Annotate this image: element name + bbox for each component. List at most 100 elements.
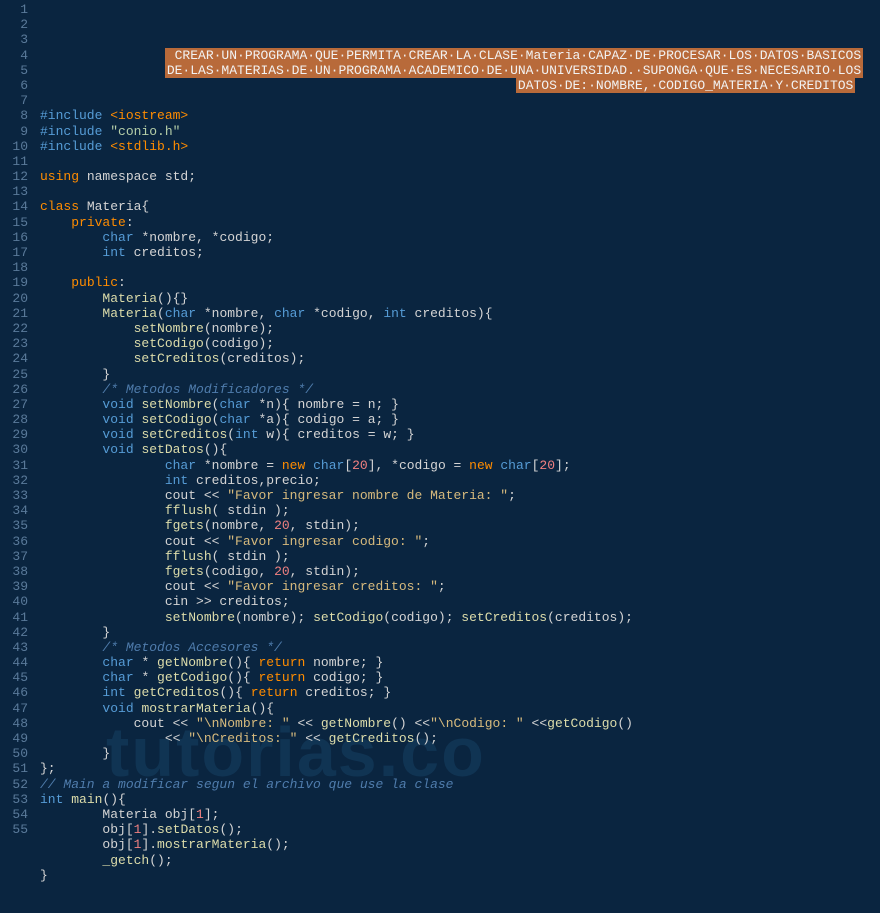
code-token: <iostream> [110,108,188,123]
code-line[interactable]: int creditos; [40,245,876,260]
code-token: setDatos [157,822,219,837]
code-line[interactable]: using namespace std; [40,169,876,184]
code-line[interactable]: } [40,868,876,883]
code-token: Materia [102,306,157,321]
code-line[interactable]: CREAR·UN·PROGRAMA·QUE·PERMITA·CREAR·LA·C… [40,48,876,63]
code-token: () [617,716,633,731]
code-line[interactable]: obj[1].setDatos(); [40,822,876,837]
code-token: 20 [274,564,290,579]
code-line[interactable]: } [40,625,876,640]
code-token: <stdlib.h> [110,139,188,154]
code-line[interactable]: cout << "\nNombre: " << getNombre() <<"\… [40,716,876,731]
code-token: char [219,397,250,412]
code-line[interactable]: public: [40,275,876,290]
code-line[interactable]: Materia(){} [40,291,876,306]
code-token: int [40,792,63,807]
code-token [40,640,102,655]
code-line[interactable]: DATOS·DE:·NOMBRE,·CODIGO_MATERIA·Y·CREDI… [40,78,876,93]
code-token: (){ [227,670,258,685]
code-line[interactable] [40,93,876,108]
code-token: creditos){ [407,306,493,321]
code-line[interactable]: Materia(char *nombre, char *codigo, int … [40,306,876,321]
code-token: ; [438,579,446,594]
code-token: } [40,868,48,883]
code-line[interactable]: /* Metodos Accesores */ [40,640,876,655]
code-line[interactable]: void setDatos(){ [40,442,876,457]
code-token [40,670,102,685]
code-token: } [40,367,110,382]
code-line[interactable]: cout << "Favor ingresar creditos: "; [40,579,876,594]
code-line[interactable]: #include <iostream> [40,108,876,123]
line-number: 24 [4,351,28,366]
code-token: void [102,701,133,716]
code-line[interactable]: void setCodigo(char *a){ codigo = a; } [40,412,876,427]
code-line[interactable]: cin >> creditos; [40,594,876,609]
line-number: 2 [4,17,28,32]
code-token: (codigo); [383,610,461,625]
code-line[interactable]: void setCreditos(int w){ creditos = w; } [40,427,876,442]
code-line[interactable]: char *nombre, *codigo; [40,230,876,245]
code-line[interactable]: /* Metodos Modificadores */ [40,382,876,397]
code-token [40,412,102,427]
code-token: void [102,397,133,412]
code-line[interactable]: _getch(); [40,853,876,868]
code-line[interactable]: fflush( stdin ); [40,503,876,518]
code-line[interactable]: } [40,746,876,761]
code-line[interactable] [40,184,876,199]
code-line[interactable]: DE·LAS·MATERIAS·DE·UN·PROGRAMA·ACADEMICO… [40,63,876,78]
code-token: codigo; } [305,670,383,685]
code-line[interactable]: void setNombre(char *n){ nombre = n; } [40,397,876,412]
code-line[interactable]: int getCreditos(){ return creditos; } [40,685,876,700]
line-number: 7 [4,93,28,108]
code-token: char [102,230,133,245]
line-number: 44 [4,655,28,670]
code-line[interactable]: class Materia{ [40,199,876,214]
code-line[interactable]: cout << "Favor ingresar codigo: "; [40,534,876,549]
code-token: #include [40,108,110,123]
code-line[interactable]: fgets(nombre, 20, stdin); [40,518,876,533]
code-line[interactable]: #include <stdlib.h> [40,139,876,154]
code-line[interactable]: } [40,367,876,382]
code-line[interactable]: char * getNombre(){ return nombre; } [40,655,876,670]
code-line[interactable]: char *nombre = new char[20], *codigo = n… [40,458,876,473]
code-line[interactable]: void mostrarMateria(){ [40,701,876,716]
code-token: ; [508,488,516,503]
code-token: (); [415,731,438,746]
code-token: setCodigo [141,412,211,427]
code-line[interactable]: setNombre(nombre); [40,321,876,336]
code-line[interactable] [40,154,876,169]
line-number: 47 [4,701,28,716]
code-line[interactable]: int creditos,precio; [40,473,876,488]
code-line[interactable]: Materia obj[1]; [40,807,876,822]
code-token [40,442,102,457]
code-area[interactable]: tutorias.co CREAR·UN·PROGRAMA·QUE·PERMIT… [36,0,880,840]
code-token: (codigo, [204,564,274,579]
code-line[interactable]: int main(){ [40,792,876,807]
code-token: * [134,655,157,670]
code-line[interactable]: private: [40,215,876,230]
code-line[interactable]: setNombre(nombre); setCodigo(codigo); se… [40,610,876,625]
code-token: ( [227,427,235,442]
code-line[interactable]: // Main a modificar segun el archivo que… [40,777,876,792]
code-token: "Favor ingresar codigo: " [227,534,422,549]
code-line[interactable]: #include "conio.h" [40,124,876,139]
code-token: (codigo); [204,336,274,351]
line-number: 19 [4,275,28,290]
code-line[interactable]: setCodigo(codigo); [40,336,876,351]
code-line[interactable]: char * getCodigo(){ return codigo; } [40,670,876,685]
code-token [40,503,165,518]
code-line[interactable] [40,260,876,275]
code-line[interactable]: fflush( stdin ); [40,549,876,564]
code-token: }; [40,761,56,776]
code-token: Materia obj[ [40,807,196,822]
code-line[interactable]: }; [40,761,876,776]
code-line[interactable]: fgets(codigo, 20, stdin); [40,564,876,579]
code-line[interactable]: setCreditos(creditos); [40,351,876,366]
code-token: creditos,precio; [188,473,321,488]
code-editor[interactable]: 1234567891011121314151617181920212223242… [0,0,880,840]
code-token: *a){ codigo = a; } [251,412,399,427]
line-number: 35 [4,518,28,533]
code-line[interactable]: << "\nCreditos: " << getCreditos(); [40,731,876,746]
code-line[interactable]: cout << "Favor ingresar nombre de Materi… [40,488,876,503]
line-number: 6 [4,78,28,93]
